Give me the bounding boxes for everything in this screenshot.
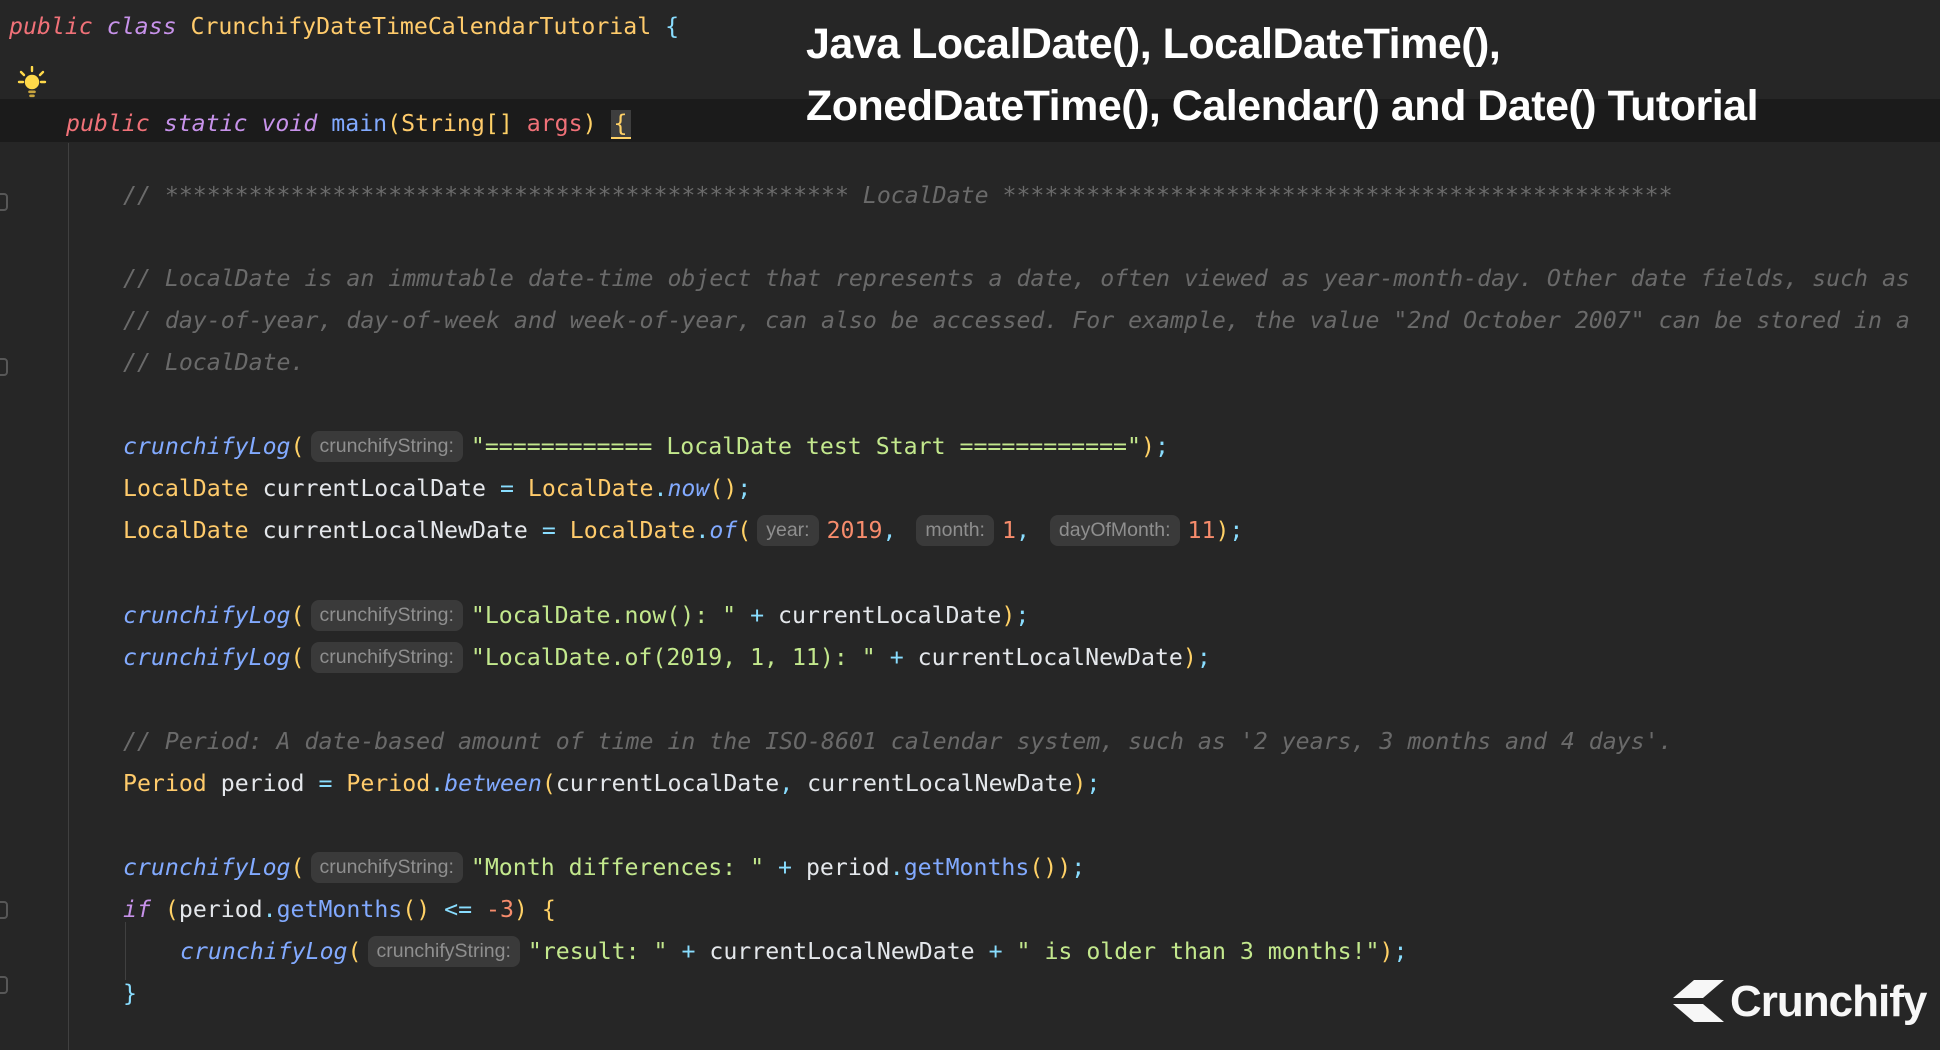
code-line[interactable]: LocalDate currentLocalNewDate = LocalDat… [123, 510, 1243, 552]
code-line[interactable]: // LocalDate. [123, 342, 304, 384]
code-layer: public class CrunchifyDateTimeCalendarTu… [0, 0, 1940, 1050]
title-line-1: Java LocalDate(), LocalDateTime(), [806, 13, 1758, 75]
code-line[interactable]: LocalDate currentLocalDate = LocalDate.n… [123, 468, 751, 510]
code-line[interactable]: crunchifyLog(crunchifyString:"LocalDate.… [123, 595, 1029, 637]
parameter-hint: crunchifyString: [368, 936, 520, 967]
code-line[interactable]: Period period = Period.between(currentLo… [123, 763, 1100, 805]
code-line[interactable]: } [123, 973, 137, 1015]
code-line[interactable]: // day-of-year, day-of-week and week-of-… [123, 300, 1910, 342]
parameter-hint: dayOfMonth: [1050, 515, 1180, 546]
code-line[interactable]: // Period: A date-based amount of time i… [123, 721, 1673, 763]
crunchify-logo: Crunchify [1672, 977, 1926, 1027]
crunchify-chevron-icon [1672, 980, 1724, 1024]
parameter-hint: month: [916, 515, 994, 546]
code-editor[interactable]: public class CrunchifyDateTimeCalendarTu… [0, 0, 1940, 1050]
code-line[interactable]: if (period.getMonths() <= -3) { [123, 889, 556, 931]
code-line[interactable]: // *************************************… [123, 175, 1673, 217]
code-line[interactable]: crunchifyLog(crunchifyString:"==========… [123, 426, 1169, 468]
code-line[interactable]: // LocalDate is an immutable date-time o… [123, 258, 1910, 300]
code-line[interactable]: crunchifyLog(crunchifyString:"Month diff… [123, 847, 1085, 889]
code-line[interactable]: public class CrunchifyDateTimeCalendarTu… [9, 6, 679, 48]
video-title: Java LocalDate(), LocalDateTime(), Zoned… [806, 13, 1758, 137]
parameter-hint: crunchifyString: [311, 600, 463, 631]
code-line[interactable]: public static void main(String[] args) { [66, 103, 631, 145]
parameter-hint: crunchifyString: [311, 431, 463, 462]
code-line[interactable]: crunchifyLog(crunchifyString:"LocalDate.… [123, 637, 1211, 679]
parameter-hint: crunchifyString: [311, 852, 463, 883]
code-line[interactable]: crunchifyLog(crunchifyString:"result: " … [180, 931, 1407, 973]
title-line-2: ZonedDateTime(), Calendar() and Date() T… [806, 75, 1758, 137]
crunchify-logo-text: Crunchify [1730, 977, 1926, 1027]
parameter-hint: year: [757, 515, 818, 546]
parameter-hint: crunchifyString: [311, 642, 463, 673]
